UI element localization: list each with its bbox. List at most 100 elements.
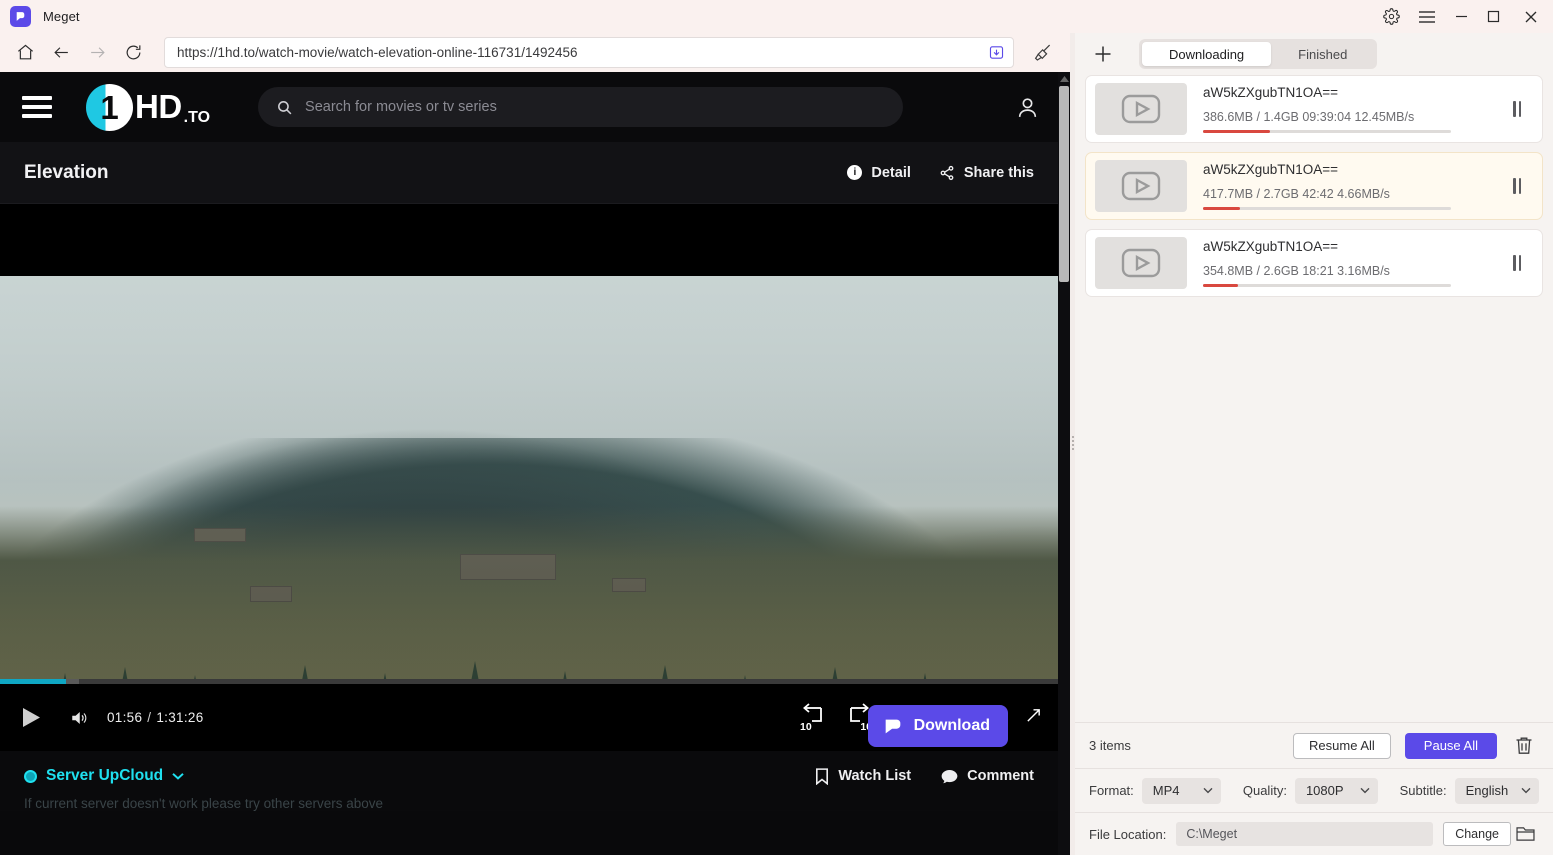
- download-box-icon[interactable]: [983, 41, 1009, 65]
- trash-icon[interactable]: [1509, 736, 1539, 755]
- pause-icon[interactable]: [1504, 101, 1530, 117]
- quality-label: Quality:: [1242, 783, 1287, 798]
- broom-icon[interactable]: [1024, 38, 1062, 68]
- search-icon: [278, 100, 292, 114]
- back-icon[interactable]: [44, 38, 78, 68]
- time-display: 01:56 / 1:31:26: [107, 710, 204, 725]
- download-thumbnail: [1095, 160, 1187, 212]
- format-select[interactable]: MP4: [1141, 777, 1221, 804]
- download-info: aW5kZXgubTN1OA== 354.8MB / 2.6GB 18:21 3…: [1203, 239, 1494, 287]
- page-scrollbar-thumb[interactable]: [1059, 86, 1069, 282]
- video-frame: [0, 276, 1070, 701]
- comment-label: Comment: [967, 768, 1034, 784]
- server-selector[interactable]: Server UpCloud: [24, 767, 184, 785]
- main-split: https://1hd.to/watch-movie/watch-elevati…: [0, 33, 1553, 855]
- comment-button[interactable]: Comment: [941, 768, 1034, 784]
- site-logo-digit: 1: [100, 88, 119, 126]
- download-item[interactable]: aW5kZXgubTN1OA== 417.7MB / 2.7GB 42:42 4…: [1085, 152, 1543, 220]
- download-manager-toolbar: Downloading Finished: [1075, 33, 1553, 75]
- page-scroll-container: 1 HD .TO Search for movies or tv series: [0, 72, 1070, 855]
- minimize-button[interactable]: [1445, 0, 1477, 33]
- app-logo-icon: [10, 6, 31, 27]
- download-stats: 354.8MB / 2.6GB 18:21 3.16MB/s: [1203, 264, 1390, 278]
- movie-title-bar: Elevation i Detail Share this: [0, 142, 1070, 204]
- share-label: Share this: [963, 164, 1034, 181]
- site-menu-hamburger-icon[interactable]: [22, 96, 52, 118]
- address-bar[interactable]: https://1hd.to/watch-movie/watch-elevati…: [164, 37, 1014, 68]
- site-search-input[interactable]: Search for movies or tv series: [258, 87, 904, 127]
- server-note: If current server doesn't work please tr…: [24, 796, 383, 811]
- chevron-down-icon: [172, 773, 184, 780]
- download-thumbnail: [1095, 83, 1187, 135]
- tab-finished[interactable]: Finished: [1271, 42, 1374, 66]
- play-icon[interactable]: [22, 707, 41, 728]
- reload-icon[interactable]: [116, 38, 150, 68]
- quality-value: 1080P: [1305, 783, 1344, 798]
- pause-icon[interactable]: [1504, 178, 1530, 194]
- user-icon[interactable]: [1015, 95, 1040, 120]
- folder-icon[interactable]: [1511, 826, 1539, 842]
- download-progress-bar: [1203, 207, 1451, 210]
- application-window: Meget https://1hd.to/watch-movie/watch-e…: [0, 0, 1553, 855]
- file-location-field[interactable]: C:\Meget: [1176, 822, 1434, 846]
- download-stats: 417.7MB / 2.7GB 42:42 4.66MB/s: [1203, 187, 1390, 201]
- video-download-button[interactable]: Download: [867, 705, 1008, 747]
- volume-icon[interactable]: [69, 709, 89, 727]
- bookmark-icon: [816, 767, 829, 785]
- server-status-dot: [24, 769, 37, 783]
- resume-all-button[interactable]: Resume All: [1293, 732, 1391, 759]
- below-actions: Watch List Comment: [815, 767, 1034, 785]
- current-time: 01:56: [107, 710, 143, 725]
- title-bar: Meget: [0, 0, 1553, 33]
- browser-toolbar: https://1hd.to/watch-movie/watch-elevati…: [0, 33, 1070, 72]
- video-haze-overlay: [0, 276, 1070, 701]
- download-item[interactable]: aW5kZXgubTN1OA== 354.8MB / 2.6GB 18:21 3…: [1085, 229, 1543, 297]
- video-player[interactable]: 01:56 / 1:31:26 10 10 Download: [0, 204, 1070, 751]
- download-info: aW5kZXgubTN1OA== 417.7MB / 2.7GB 42:42 4…: [1203, 162, 1494, 210]
- change-location-button[interactable]: Change: [1443, 822, 1511, 846]
- time-separator: /: [147, 710, 152, 725]
- home-icon[interactable]: [8, 38, 42, 68]
- duration: 1:31:26: [156, 710, 204, 725]
- video-play-icon: [1121, 171, 1161, 201]
- page-scrollbar[interactable]: [1058, 72, 1070, 855]
- app-menu-hamburger-icon[interactable]: [1409, 0, 1445, 33]
- download-play-icon: [885, 719, 900, 734]
- browser-pane: https://1hd.to/watch-movie/watch-elevati…: [0, 33, 1070, 855]
- add-download-button[interactable]: [1089, 40, 1117, 68]
- site-search-placeholder: Search for movies or tv series: [305, 99, 497, 115]
- chevron-down-icon: [1360, 787, 1370, 794]
- download-item[interactable]: aW5kZXgubTN1OA== 386.6MB / 1.4GB 09:39:0…: [1085, 75, 1543, 143]
- format-label: Format:: [1089, 783, 1134, 798]
- subtitle-select[interactable]: English: [1454, 777, 1539, 804]
- settings-gear-icon[interactable]: [1373, 0, 1409, 33]
- site-logo[interactable]: 1 HD .TO: [86, 83, 210, 131]
- page-title: Elevation: [24, 161, 109, 183]
- rewind-10-icon[interactable]: 10: [799, 703, 825, 733]
- forward-icon[interactable]: [80, 38, 114, 68]
- tab-downloading[interactable]: Downloading: [1142, 42, 1272, 66]
- download-manager-footer: 3 items Resume All Pause All Format: MP4…: [1075, 722, 1553, 855]
- pause-icon[interactable]: [1504, 255, 1530, 271]
- url-text[interactable]: https://1hd.to/watch-movie/watch-elevati…: [177, 45, 983, 60]
- pause-all-button[interactable]: Pause All: [1404, 732, 1497, 759]
- footer-options-row: Format: MP4 Quality: 1080P Subtitle: Eng…: [1075, 768, 1553, 812]
- footer-location-row: File Location: C:\Meget Change: [1075, 812, 1553, 855]
- subtitle-label: Subtitle:: [1399, 783, 1447, 798]
- scroll-up-arrow-icon[interactable]: [1058, 74, 1070, 84]
- watch-list-label: Watch List: [838, 768, 912, 784]
- share-button[interactable]: Share this: [939, 165, 1034, 181]
- quality-select[interactable]: 1080P: [1294, 777, 1378, 804]
- fullscreen-icon[interactable]: [1025, 707, 1042, 729]
- footer-actions-row: 3 items Resume All Pause All: [1075, 722, 1553, 768]
- download-manager-pane: Downloading Finished aW5kZXgubTN1OA== 38…: [1075, 33, 1553, 855]
- download-tabs: Downloading Finished: [1139, 39, 1378, 69]
- detail-button[interactable]: i Detail: [847, 165, 911, 181]
- watch-list-button[interactable]: Watch List: [815, 767, 912, 785]
- maximize-button[interactable]: [1477, 0, 1509, 33]
- below-player-section: Server UpCloud Watch List Comment If cur…: [0, 751, 1070, 811]
- close-button[interactable]: [1509, 0, 1553, 33]
- download-name: aW5kZXgubTN1OA==: [1203, 162, 1339, 177]
- server-label: Server UpCloud: [46, 767, 164, 784]
- download-stats: 386.6MB / 1.4GB 09:39:04 12.45MB/s: [1203, 110, 1415, 124]
